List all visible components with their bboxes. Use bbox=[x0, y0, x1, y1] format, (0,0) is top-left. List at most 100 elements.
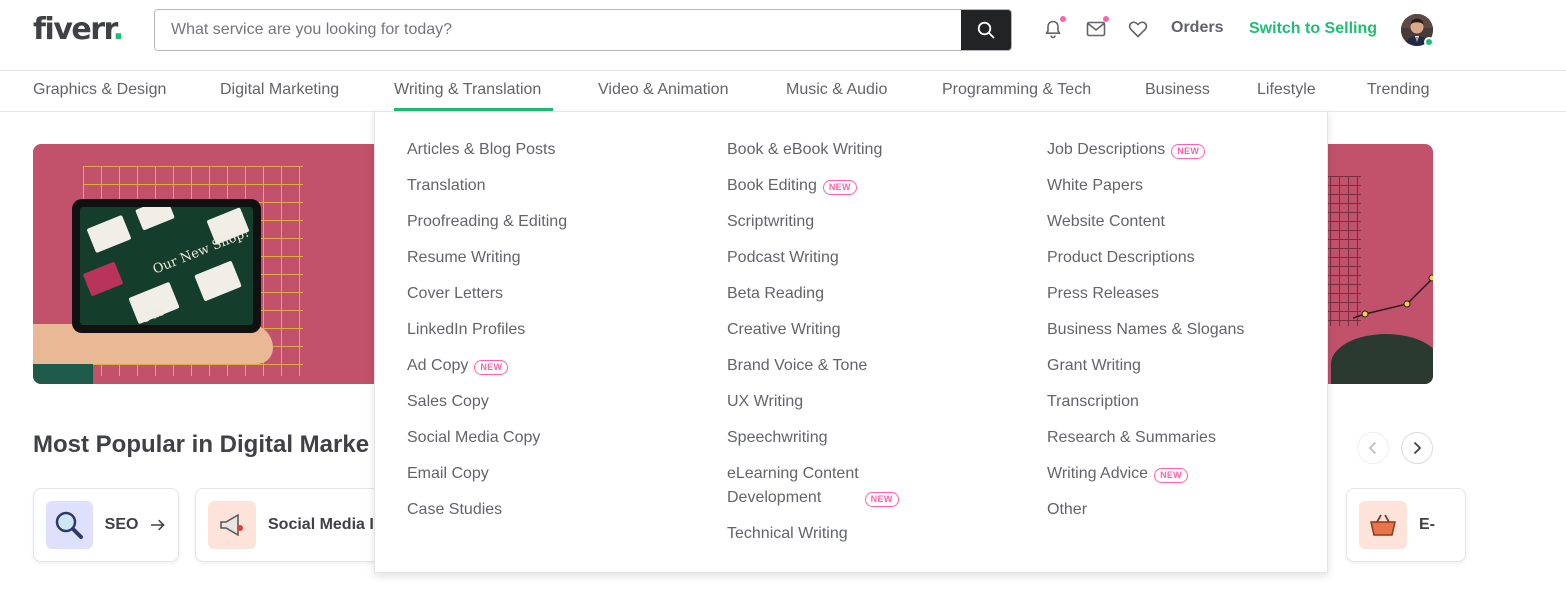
chevron-right-icon bbox=[1413, 441, 1422, 455]
dropdown-item-label: Articles & Blog Posts bbox=[407, 141, 556, 158]
dropdown-item[interactable]: Brand Voice & Tone bbox=[727, 354, 899, 378]
dropdown-item-label: Book Editing bbox=[727, 177, 817, 194]
dropdown-item-label: Podcast Writing bbox=[727, 249, 839, 266]
dropdown-item[interactable]: Case Studies bbox=[407, 498, 567, 522]
dropdown-item[interactable]: Book Editing NEW bbox=[727, 174, 899, 198]
dropdown-item-label: Translation bbox=[407, 177, 486, 194]
logo-text: fiverr bbox=[33, 12, 114, 47]
category-trending[interactable]: Trending bbox=[1367, 81, 1430, 99]
search-input[interactable] bbox=[155, 10, 961, 50]
dropdown-item[interactable]: Website Content bbox=[1047, 210, 1244, 234]
dropdown-item[interactable]: Speechwriting bbox=[727, 426, 899, 450]
banner-chart-line bbox=[1353, 274, 1433, 319]
dropdown-item-label: Scriptwriting bbox=[727, 213, 815, 230]
dropdown-item-label: Ad Copy bbox=[407, 357, 469, 374]
message-dot bbox=[1103, 16, 1109, 22]
heart-icon bbox=[1128, 21, 1148, 38]
category-digital-marketing[interactable]: Digital Marketing bbox=[220, 81, 339, 99]
dropdown-item[interactable]: LinkedIn Profiles bbox=[407, 318, 567, 342]
carousel-prev-button[interactable] bbox=[1357, 432, 1389, 464]
dropdown-item[interactable]: Scriptwriting bbox=[727, 210, 899, 234]
dropdown-item-label: Social Media Copy bbox=[407, 429, 541, 446]
dropdown-item[interactable]: Book & eBook Writing bbox=[727, 138, 899, 162]
dropdown-item[interactable]: Other bbox=[1047, 498, 1244, 522]
dropdown-item-label: Business Names & Slogans bbox=[1047, 321, 1245, 338]
dropdown-item[interactable]: Resume Writing bbox=[407, 246, 567, 270]
category-programming-tech[interactable]: Programming & Tech bbox=[942, 81, 1091, 99]
logo-dot: . bbox=[112, 12, 124, 47]
category-business[interactable]: Business bbox=[1145, 81, 1210, 99]
category-video-animation[interactable]: Video & Animation bbox=[598, 81, 728, 99]
dropdown-item[interactable]: Cover Letters bbox=[407, 282, 567, 306]
dropdown-item-label: Beta Reading bbox=[727, 285, 824, 302]
dropdown-item-label: Research & Summaries bbox=[1047, 429, 1216, 446]
new-badge: NEW bbox=[822, 180, 857, 195]
dropdown-item[interactable]: Social Media Copy bbox=[407, 426, 567, 450]
dropdown-item[interactable]: Writing Advice NEW bbox=[1047, 462, 1244, 486]
switch-to-selling-link[interactable]: Switch to Selling bbox=[1249, 20, 1377, 38]
tile-label: Social Media I bbox=[268, 516, 374, 533]
dropdown-item[interactable]: Product Descriptions bbox=[1047, 246, 1244, 270]
dropdown-item-label: Product Descriptions bbox=[1047, 249, 1195, 266]
dropdown-item[interactable]: Email Copy bbox=[407, 462, 567, 486]
messages-button[interactable] bbox=[1085, 16, 1109, 40]
dropdown-item[interactable]: Sales Copy bbox=[407, 390, 567, 414]
notification-dot bbox=[1060, 16, 1066, 22]
dropdown-item-label: Cover Letters bbox=[407, 285, 504, 302]
orders-link[interactable]: Orders bbox=[1171, 19, 1223, 37]
dropdown-item[interactable]: UX Writing bbox=[727, 390, 899, 414]
category-music-audio[interactable]: Music & Audio bbox=[786, 81, 887, 99]
dropdown-item[interactable]: Translation bbox=[407, 174, 567, 198]
dropdown-item[interactable]: Podcast Writing bbox=[727, 246, 899, 270]
dropdown-item[interactable]: Ad Copy NEW bbox=[407, 354, 567, 378]
bell-icon bbox=[1045, 20, 1061, 39]
popular-tile-seo[interactable]: SEO bbox=[33, 488, 179, 562]
dropdown-item-label: Brand Voice & Tone bbox=[727, 357, 868, 374]
banner-tablet-image: Our New Shop! Our bbox=[72, 199, 261, 333]
dropdown-item[interactable]: White Papers bbox=[1047, 174, 1244, 198]
dropdown-item[interactable]: Proofreading & Editing bbox=[407, 210, 567, 234]
dropdown-item[interactable]: Press Releases bbox=[1047, 282, 1244, 306]
category-lifestyle[interactable]: Lifestyle bbox=[1257, 81, 1316, 99]
magnifier-icon bbox=[46, 501, 93, 549]
section-title: Most Popular in Digital Marke bbox=[33, 431, 370, 458]
dropdown-item-label: Resume Writing bbox=[407, 249, 521, 266]
dropdown-item-label: Press Releases bbox=[1047, 285, 1160, 302]
dropdown-item[interactable]: Transcription bbox=[1047, 390, 1244, 414]
dropdown-item[interactable]: Beta Reading bbox=[727, 282, 899, 306]
dropdown-item-label: Website Content bbox=[1047, 213, 1165, 230]
dropdown-item[interactable]: eLearning Content Development NEW bbox=[727, 462, 899, 510]
popular-tile-ecommerce[interactable]: E- bbox=[1346, 488, 1466, 562]
search-button[interactable] bbox=[961, 10, 1011, 50]
favorites-button[interactable] bbox=[1127, 18, 1149, 40]
arrow-right-icon bbox=[151, 519, 166, 531]
dropdown-item[interactable]: Job Descriptions NEW bbox=[1047, 138, 1244, 162]
new-badge: NEW bbox=[864, 492, 899, 507]
dropdown-item[interactable]: Technical Writing bbox=[727, 522, 899, 546]
dropdown-item-label: eLearning Content Development bbox=[727, 465, 859, 506]
dropdown-item-label: Case Studies bbox=[407, 501, 503, 518]
basket-icon bbox=[1359, 501, 1407, 549]
fiverr-logo[interactable]: fiverr. bbox=[33, 12, 124, 47]
search-icon bbox=[977, 21, 995, 39]
dropdown-item-label: Transcription bbox=[1047, 393, 1139, 410]
category-graphics-design[interactable]: Graphics & Design bbox=[33, 81, 166, 99]
dropdown-item[interactable]: Creative Writing bbox=[727, 318, 899, 342]
banner-shop-text: Our New Shop! bbox=[150, 225, 252, 278]
dropdown-item-label: LinkedIn Profiles bbox=[407, 321, 526, 338]
dropdown-item-label: Sales Copy bbox=[407, 393, 489, 410]
dropdown-item[interactable]: Research & Summaries bbox=[1047, 426, 1244, 450]
new-badge: NEW bbox=[474, 360, 509, 375]
chevron-left-icon bbox=[1368, 441, 1377, 455]
carousel-next-button[interactable] bbox=[1401, 432, 1433, 464]
category-writing-translation[interactable]: Writing & Translation bbox=[394, 81, 541, 99]
online-status-dot bbox=[1424, 37, 1434, 47]
dropdown-item[interactable]: Business Names & Slogans bbox=[1047, 318, 1244, 342]
dropdown-item-label: Other bbox=[1047, 501, 1088, 518]
dropdown-item-label: UX Writing bbox=[727, 393, 804, 410]
dropdown-item[interactable]: Grant Writing bbox=[1047, 354, 1244, 378]
tile-label: E- bbox=[1419, 516, 1435, 533]
dropdown-item-label: Creative Writing bbox=[727, 321, 841, 338]
dropdown-item[interactable]: Articles & Blog Posts bbox=[407, 138, 567, 162]
notifications-button[interactable] bbox=[1042, 16, 1066, 40]
